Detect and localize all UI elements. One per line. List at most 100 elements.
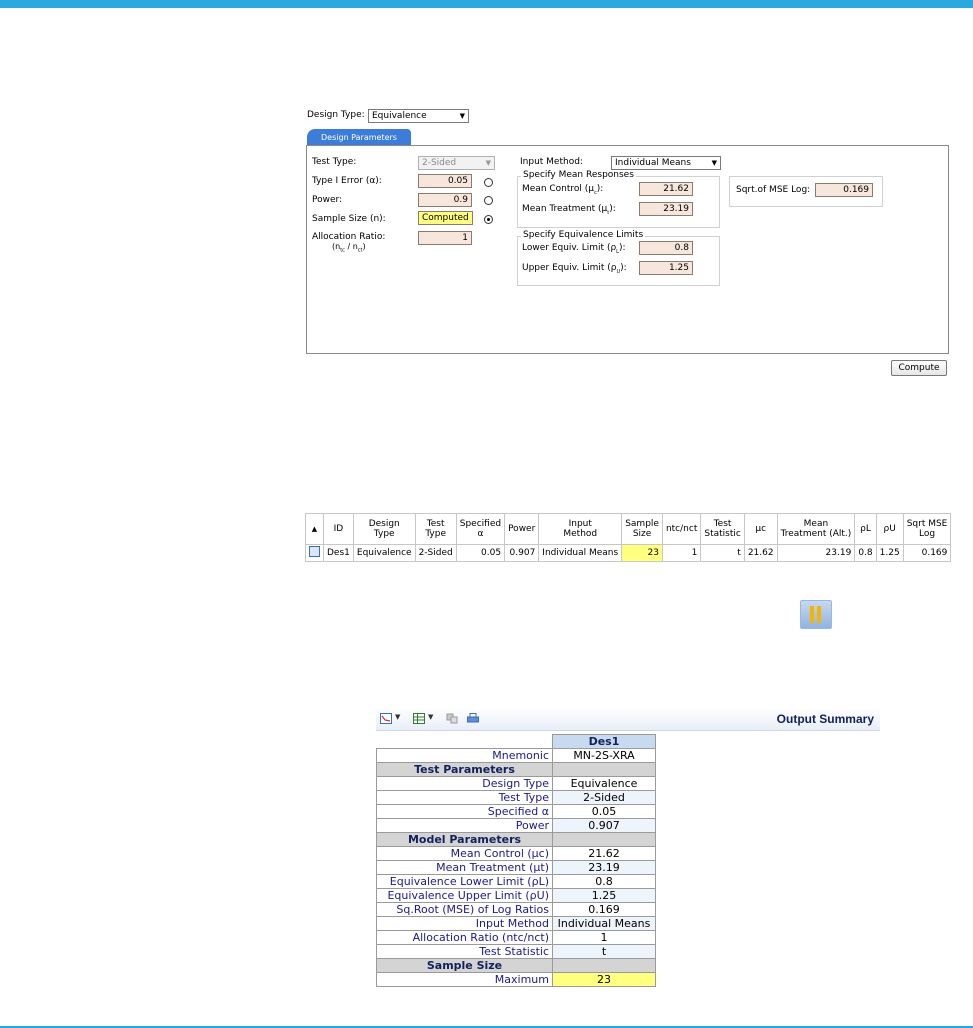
row-label: Specified α <box>376 804 553 819</box>
column-header[interactable]: Sample Size <box>621 513 663 545</box>
column-header[interactable]: μc <box>743 513 778 545</box>
alloc-sub-close: ) <box>362 242 366 251</box>
row-value: Equivalence <box>552 776 656 791</box>
power-radio[interactable] <box>484 196 493 205</box>
section-filler <box>552 958 656 973</box>
power-field[interactable]: 0.9 <box>418 193 472 207</box>
sort-column-header[interactable]: ▲ <box>305 513 324 545</box>
chart-icon[interactable] <box>380 713 392 724</box>
type1-error-radio[interactable] <box>484 178 493 187</box>
table-cell: 1.25 <box>875 544 904 562</box>
type1-error-label: Type I Error (α): <box>312 176 382 186</box>
equivalence-limits-title: Specify Equivalence Limits <box>521 230 646 240</box>
bar-chart-icon-bar <box>810 606 814 623</box>
section-title: Model Parameters <box>376 832 553 847</box>
column-header[interactable]: ρL <box>854 513 877 545</box>
chevron-down-icon: ▼ <box>711 159 717 167</box>
row-value: 1 <box>552 930 656 945</box>
sample-size-field[interactable]: Computed <box>418 211 473 225</box>
chevron-down-icon[interactable]: ▼ <box>428 713 433 721</box>
output-summary-table: Des1 Mnemonic MN-2S-XRA Test Parameters Des… <box>376 734 656 987</box>
section-filler <box>552 762 656 777</box>
tab-design-parameters[interactable]: Design Parameters <box>307 129 411 146</box>
alloc-sub-mid: / n <box>344 242 358 251</box>
table-cell: 1 <box>661 544 702 562</box>
row-select-cell[interactable] <box>305 544 324 562</box>
row-value: t <box>552 944 656 959</box>
design-row-icon <box>309 546 320 557</box>
table-row: Mean Treatment (μt) 23.19 <box>376 860 656 875</box>
table-cell: Equivalence <box>352 544 416 562</box>
sample-size-radio[interactable] <box>484 215 493 224</box>
mean-responses-title: Specify Mean Responses <box>521 170 636 180</box>
table-row: Mean Control (μc) 21.62 <box>376 846 656 861</box>
column-header[interactable]: Power <box>504 513 540 545</box>
allocation-ratio-field[interactable]: 1 <box>418 231 472 245</box>
design-type-select[interactable]: Equivalence ▼ <box>368 109 469 123</box>
allocation-ratio-label: Allocation Ratio: <box>312 232 386 242</box>
table-cell: 2-Sided <box>414 544 457 562</box>
row-label: Design Type <box>376 776 553 791</box>
bar-chart-icon-bar <box>817 606 821 623</box>
table-row: Equivalence Lower Limit (ρL) 0.8 <box>376 874 656 889</box>
copy-icon[interactable] <box>446 713 458 724</box>
row-label: Mean Treatment (μt) <box>376 860 553 875</box>
column-header[interactable]: Test Type <box>414 513 457 545</box>
row-value: 21.62 <box>552 846 656 861</box>
allocation-ratio-sublabel: (ntc / nct) <box>332 242 366 254</box>
top-accent-bar <box>0 0 973 8</box>
mean-control-text: Mean Control (μ <box>522 184 595 194</box>
table-row: Power 0.907 <box>376 818 656 833</box>
row-value: MN-2S-XRA <box>552 748 656 763</box>
mean-treatment-field[interactable]: 23.19 <box>639 202 693 216</box>
table-cell: Des1 <box>323 544 354 562</box>
row-label: Mean Control (μc) <box>376 846 553 861</box>
row-value: 0.05 <box>552 804 656 819</box>
chevron-down-icon[interactable]: ▼ <box>395 713 400 721</box>
row-label: Allocation Ratio (ntc/nct) <box>376 930 553 945</box>
sqrt-mse-label: Sqrt.of MSE Log: <box>736 185 811 195</box>
output-summary-toolbar: ▼ ▼ Output Summary <box>376 708 880 731</box>
column-header[interactable]: ntc/nct <box>661 513 702 545</box>
table-row: Specified α 0.05 <box>376 804 656 819</box>
column-header[interactable]: ID <box>323 513 354 545</box>
compute-button[interactable]: Compute <box>891 360 947 376</box>
mean-control-field[interactable]: 21.62 <box>639 182 693 196</box>
type1-error-field[interactable]: 0.05 <box>418 174 472 188</box>
lower-limit-end: ): <box>618 243 626 253</box>
table-cell: 0.169 <box>902 544 952 562</box>
bar-chart-icon[interactable] <box>800 600 832 629</box>
table-cell: 0.907 <box>504 544 540 562</box>
row-label: Power <box>376 818 553 833</box>
column-header[interactable]: Mean Treatment (Alt.) <box>776 513 856 545</box>
upper-limit-field[interactable]: 1.25 <box>639 261 693 275</box>
column-header[interactable]: Specified α <box>455 513 506 545</box>
table-icon[interactable] <box>413 713 425 724</box>
table-row: Allocation Ratio (ntc/nct) 1 <box>376 930 656 945</box>
upper-limit-end: ): <box>620 263 627 273</box>
input-method-select[interactable]: Individual Means ▼ <box>611 156 721 170</box>
table-cell: 0.05 <box>455 544 506 562</box>
row-label: Equivalence Upper Limit (ρU) <box>376 888 553 903</box>
test-type-label: Test Type: <box>312 157 357 167</box>
column-header[interactable]: Input Method <box>538 513 623 545</box>
print-icon[interactable] <box>467 713 479 724</box>
table-row: Design Type Equivalence <box>376 776 656 791</box>
test-type-select[interactable]: 2-Sided ▼ <box>418 156 495 170</box>
mean-treatment-label: Mean Treatment (μt): <box>522 204 616 216</box>
sqrt-mse-field[interactable]: 0.169 <box>815 183 873 197</box>
column-header[interactable]: ρU <box>875 513 904 545</box>
row-label: Test Statistic <box>376 944 553 959</box>
table-row: Test Statistic t <box>376 944 656 959</box>
column-header[interactable]: Sqrt MSE Log <box>902 513 952 545</box>
table-cell: 21.62 <box>743 544 778 562</box>
lower-limit-text: Lower Equiv. Limit (ρ <box>522 243 617 253</box>
row-value: 0.8 <box>552 874 656 889</box>
column-header[interactable]: Test Statistic <box>700 513 745 545</box>
table-row[interactable]: Des1 Equivalence 2-Sided 0.05 0.907 Individua… <box>305 544 952 562</box>
section-title: Sample Size <box>376 958 553 973</box>
lower-limit-field[interactable]: 0.8 <box>639 241 693 255</box>
row-value: 0.907 <box>552 818 656 833</box>
table-row: Sq.Root (MSE) of Log Ratios 0.169 <box>376 902 656 917</box>
column-header[interactable]: Design Type <box>352 513 416 545</box>
